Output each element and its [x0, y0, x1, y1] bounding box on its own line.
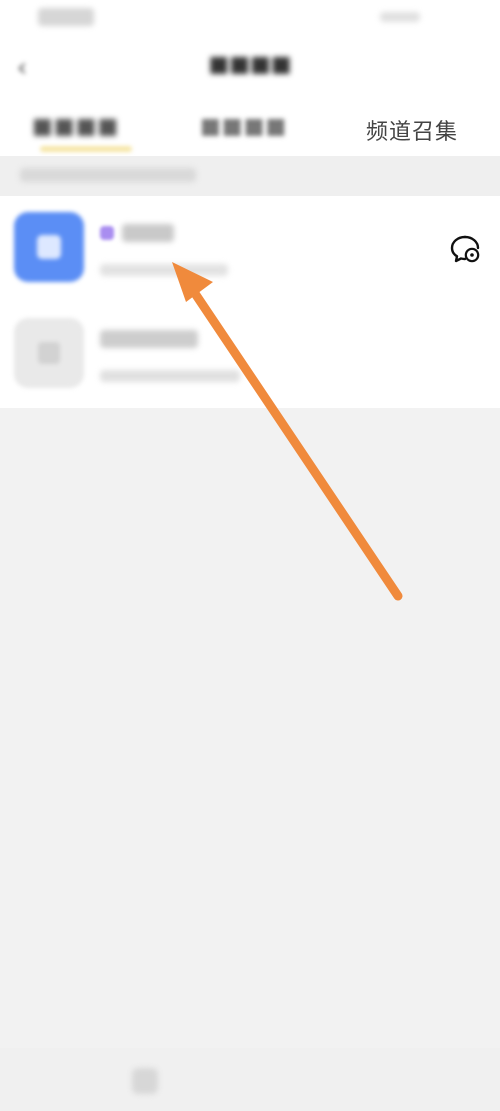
- tab-my-channels[interactable]: ■■■■: [32, 114, 119, 139]
- channel-avatar: [14, 212, 84, 282]
- tab-bar: ■■■■ ■■■■ 频道召集: [0, 100, 500, 156]
- channel-list-item[interactable]: [0, 196, 500, 302]
- chat-settings-icon[interactable]: [448, 232, 482, 266]
- header: ‹ ■■■■: [0, 36, 500, 100]
- home-icon[interactable]: [132, 1068, 158, 1094]
- channel-subtitle: [100, 264, 228, 276]
- app-screen: ‹ ■■■■ ■■■■ ■■■■ 频道召集: [0, 0, 500, 1111]
- section-header-text: [20, 168, 196, 182]
- channel-name: [100, 330, 198, 348]
- channel-list: [0, 196, 500, 408]
- tab-channel-favorites[interactable]: ■■■■: [200, 114, 287, 139]
- channel-list-item[interactable]: [0, 302, 500, 408]
- channel-subtitle: [100, 370, 240, 382]
- tab-channel-recruit[interactable]: 频道召集: [366, 114, 458, 146]
- tab-active-indicator: [40, 146, 132, 152]
- status-bar: [0, 0, 500, 36]
- status-icons: [380, 12, 420, 22]
- status-time: [38, 8, 94, 26]
- section-header: [0, 156, 500, 196]
- channel-avatar-glyph: [37, 235, 61, 259]
- channel-badge-icon: [100, 226, 114, 240]
- channel-avatar-glyph: [38, 342, 60, 364]
- channel-name: [122, 224, 174, 242]
- channel-avatar-placeholder: [14, 318, 84, 388]
- page-title: ■■■■: [208, 52, 292, 77]
- bottom-bar: [0, 1048, 500, 1111]
